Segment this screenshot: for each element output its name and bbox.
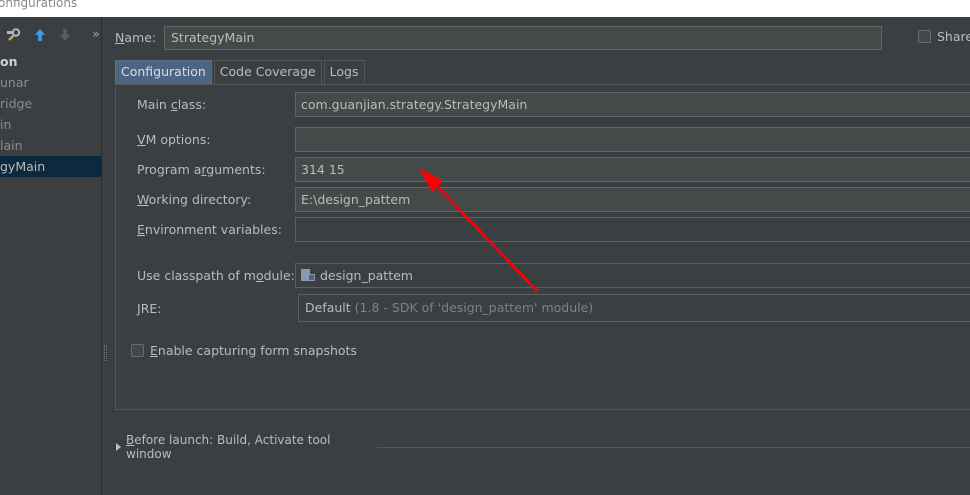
- annotation-arrow: [419, 168, 538, 292]
